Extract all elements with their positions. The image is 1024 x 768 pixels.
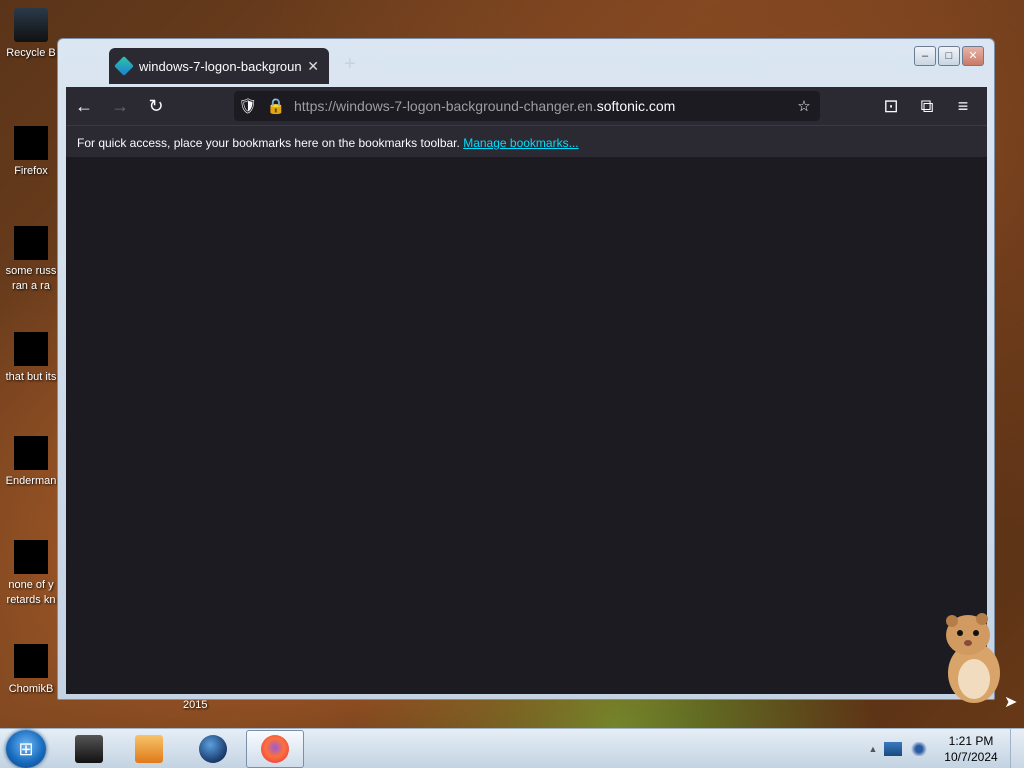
desktop-icon-russ[interactable]: some russ ran a ra <box>0 226 62 294</box>
softonic-favicon-icon <box>114 56 134 76</box>
desktop-icon-label: ChomikB <box>8 683 54 695</box>
desktop-icon-firefox[interactable]: Firefox <box>0 126 62 179</box>
back-button[interactable]: ← <box>66 88 102 124</box>
desktop-icon-label: some russ <box>5 265 57 277</box>
pocket-icon[interactable]: ⊡ <box>873 88 909 124</box>
lock-icon[interactable]: 🔒 <box>262 97 290 115</box>
desktop-icon-enderman[interactable]: Enderman <box>0 436 62 489</box>
show-desktop-button[interactable] <box>1010 729 1024 768</box>
window-controls: – □ ✕ <box>914 46 984 66</box>
tab-title: windows-7-logon-background <box>139 58 302 74</box>
desktop-icon-label: Firefox <box>14 165 48 177</box>
close-window-button[interactable]: ✕ <box>962 46 984 66</box>
bookmarks-toolbar: For quick access, place your bookmarks h… <box>66 125 987 157</box>
media-player-icon <box>135 735 163 763</box>
taskbar-firefox-app[interactable] <box>246 730 304 768</box>
volume-icon[interactable] <box>910 742 928 756</box>
page-content <box>66 157 987 694</box>
system-tray: ▲ 1:21 PM 10/7/2024 <box>862 729 1024 768</box>
url-host: softonic.com <box>596 98 676 114</box>
navigation-toolbar: ← → ↻ 🛡 🔒 https://windows-7-logon-backgr… <box>66 87 987 125</box>
tracking-shield-icon[interactable]: 🛡 <box>234 97 262 115</box>
desktop-icon-label: ran a ra <box>12 280 50 292</box>
taskbar-media-player-app[interactable] <box>120 730 178 768</box>
bookmarks-message: For quick access, place your bookmarks h… <box>77 136 460 150</box>
firefox-window: – □ ✕ windows-7-logon-background ✕ + ← →… <box>57 38 995 700</box>
firefox-icon <box>261 735 289 763</box>
globe-icon <box>199 735 227 763</box>
terminal-icon <box>75 735 103 763</box>
reload-button[interactable]: ↻ <box>138 88 174 124</box>
maximize-button[interactable]: □ <box>938 46 960 66</box>
start-button[interactable]: ⊞ <box>6 730 46 768</box>
extensions-icon[interactable]: ⧉ <box>909 88 945 124</box>
taskbar: ⊞ ▲ 1:21 PM 10/7/2024 <box>0 728 1024 768</box>
bookmark-star-icon[interactable]: ☆ <box>788 97 820 115</box>
taskbar-terminal-app[interactable] <box>60 730 118 768</box>
clock[interactable]: 1:21 PM 10/7/2024 <box>936 733 1006 765</box>
desktop-icon-label: none of y <box>8 579 54 591</box>
file-icon <box>14 644 48 678</box>
windows-logo-icon: ⊞ <box>18 739 34 759</box>
desktop-year-label: 2015 <box>183 699 208 711</box>
close-tab-icon[interactable]: ✕ <box>307 58 319 75</box>
desktop-icon-label: that but its <box>5 371 57 383</box>
show-hidden-icons-arrow[interactable]: ▲ <box>862 744 884 754</box>
desktop-icon-that-but-its[interactable]: that but its <box>0 332 62 385</box>
desktop-icon-recycle-bin[interactable]: Recycle B <box>0 8 62 61</box>
url-prefix: https://windows-7-logon-background-chang… <box>294 98 597 114</box>
url-text[interactable]: https://windows-7-logon-background-chang… <box>294 98 788 114</box>
desktop-icon-label: Enderman <box>5 475 57 487</box>
toolbar-right-group: ⊡ ⧉ ≡ <box>873 88 981 124</box>
taskbar-globe-app[interactable] <box>184 730 242 768</box>
new-tab-plus-icon[interactable]: + <box>344 53 356 76</box>
tab-active[interactable]: windows-7-logon-background ✕ <box>109 48 329 84</box>
firefox-icon <box>14 126 48 160</box>
file-icon <box>14 436 48 470</box>
file-icon <box>14 226 48 260</box>
network-icon[interactable] <box>884 742 902 756</box>
mouse-cursor-icon: ➤ <box>1004 694 1018 711</box>
desktop-icon-none-of-y[interactable]: none of y retards kn <box>0 540 62 608</box>
manage-bookmarks-link[interactable]: Manage bookmarks... <box>463 136 578 150</box>
forward-button[interactable]: → <box>102 88 138 124</box>
recycle-bin-icon <box>14 8 48 42</box>
file-icon <box>14 332 48 366</box>
clock-time: 1:21 PM <box>948 734 994 748</box>
desktop-icon-label: retards kn <box>6 594 56 606</box>
hamster-sticker-image <box>946 613 1000 703</box>
clock-date: 10/7/2024 <box>944 750 998 764</box>
desktop-icon-label: Recycle B <box>6 47 56 59</box>
file-icon <box>14 540 48 574</box>
menu-hamburger-icon[interactable]: ≡ <box>945 88 981 124</box>
url-bar[interactable]: 🛡 🔒 https://windows-7-logon-background-c… <box>234 91 820 121</box>
minimize-button[interactable]: – <box>914 46 936 66</box>
desktop-icon-chomikb[interactable]: ChomikB <box>0 644 62 697</box>
